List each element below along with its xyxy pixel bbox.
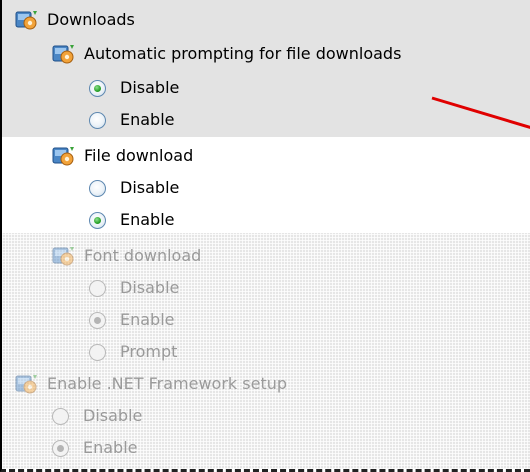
policy-gear-icon — [15, 9, 39, 31]
radio-button[interactable] — [89, 79, 106, 97]
option-label: Prompt — [120, 342, 178, 361]
radio-button[interactable] — [89, 111, 106, 129]
tree-node-label: Downloads — [47, 10, 135, 29]
option-label: Disable — [120, 278, 180, 297]
radio-button — [89, 311, 106, 329]
auto-prompt-option-enable[interactable]: Enable — [89, 104, 175, 136]
file-download-option-enable[interactable]: Enable — [89, 204, 175, 236]
tree-node-file-download[interactable]: File download — [52, 140, 193, 172]
radio-button — [52, 407, 69, 425]
policy-tree-panel: Downloads Automatic prompting for file d… — [0, 0, 530, 472]
tree-node-label: Enable .NET Framework setup — [47, 374, 288, 393]
option-label: Enable — [120, 310, 175, 329]
option-label: Enable — [120, 110, 175, 129]
option-label: Enable — [83, 438, 138, 457]
tree-node-label: File download — [84, 146, 194, 165]
tree-node-label: Automatic prompting for file downloads — [84, 44, 402, 63]
dotnet-setup-option-enable: Enable — [52, 432, 138, 464]
radio-button[interactable] — [89, 179, 106, 197]
policy-gear-icon — [15, 373, 39, 395]
policy-gear-icon — [52, 145, 76, 167]
option-label: Disable — [120, 178, 180, 197]
font-download-option-disable: Disable — [89, 272, 179, 304]
tree-node-dotnet-setup: Enable .NET Framework setup — [15, 368, 287, 400]
radio-button[interactable] — [89, 211, 106, 229]
dotnet-setup-option-disable: Disable — [52, 400, 142, 432]
auto-prompt-option-disable[interactable]: Disable — [89, 72, 179, 104]
policy-gear-icon — [52, 43, 76, 65]
option-label: Enable — [120, 210, 175, 229]
tree-node-font-download: Font download — [52, 240, 201, 272]
font-download-option-enable: Enable — [89, 304, 175, 336]
tree-node-label: Font download — [84, 246, 202, 265]
option-label: Disable — [83, 406, 143, 425]
radio-button — [52, 439, 69, 457]
file-download-option-disable[interactable]: Disable — [89, 172, 179, 204]
font-download-option-prompt: Prompt — [89, 336, 177, 368]
radio-button — [89, 279, 106, 297]
option-label: Disable — [120, 78, 180, 97]
policy-gear-icon — [52, 245, 76, 267]
tree-node-downloads[interactable]: Downloads — [15, 4, 135, 36]
tree-node-auto-prompt[interactable]: Automatic prompting for file downloads — [52, 38, 401, 70]
radio-button — [89, 343, 106, 361]
